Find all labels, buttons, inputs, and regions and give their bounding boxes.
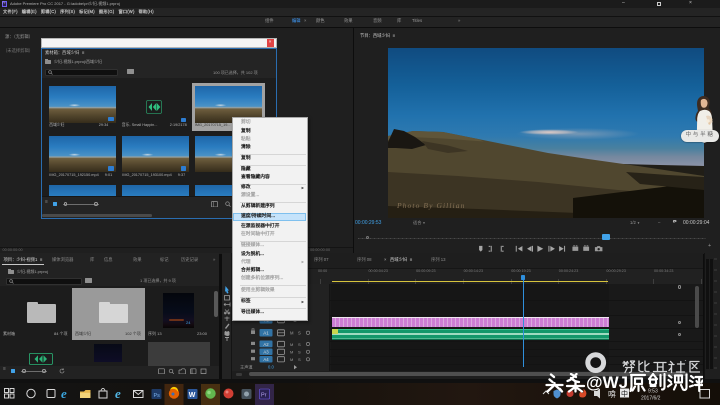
- svg-text:A3: A3: [263, 350, 269, 355]
- svg-text:W: W: [189, 392, 196, 399]
- svg-text:S: S: [298, 342, 301, 347]
- svg-text:A4: A4: [263, 357, 269, 362]
- svg-text:S: S: [298, 357, 301, 362]
- svg-text:主声道: 主声道: [240, 364, 253, 371]
- svg-text:S: S: [298, 350, 301, 355]
- svg-text:M: M: [290, 350, 293, 355]
- svg-text:Ps: Ps: [154, 393, 161, 399]
- svg-text:0.0: 0.0: [268, 365, 274, 370]
- svg-text:e: e: [115, 386, 121, 401]
- svg-text:M: M: [290, 331, 294, 336]
- svg-text:A2: A2: [263, 342, 269, 347]
- svg-text:A1: A1: [263, 331, 269, 336]
- svg-text:S: S: [298, 331, 301, 336]
- svg-text:Pr: Pr: [261, 393, 267, 399]
- svg-text:M: M: [290, 342, 293, 347]
- svg-text:e: e: [61, 386, 67, 401]
- svg-text:2017/6/2: 2017/6/2: [641, 396, 661, 402]
- svg-text:M: M: [290, 357, 293, 362]
